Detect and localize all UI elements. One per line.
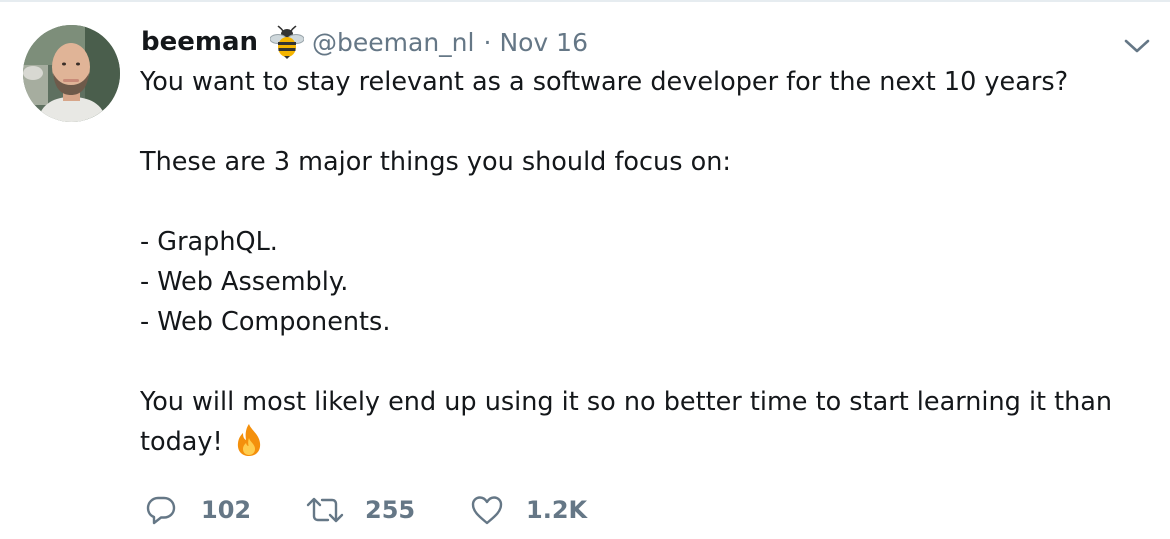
tweet-text-blank-line — [140, 182, 1130, 222]
tweet-actions: 102 255 1.2K — [145, 488, 587, 532]
tweet-text-line: today! — [140, 427, 223, 457]
tweet-text-last-line: today! — [140, 422, 1130, 462]
reply-button[interactable]: 102 — [145, 494, 305, 526]
avatar[interactable] — [23, 25, 120, 122]
tweet-text-line: - Web Assembly. — [140, 267, 349, 297]
heart-icon — [470, 494, 504, 526]
like-button[interactable]: 1.2K — [470, 494, 587, 526]
tweet-text-line: - Web Components. — [140, 307, 391, 337]
tweet-text-line: You want to stay relevant as a software … — [140, 67, 1069, 97]
tweet-text: You want to stay relevant as a software … — [140, 62, 1130, 462]
tweet-text-blank-line — [140, 342, 1130, 382]
tweet-card[interactable]: beeman @beeman_nl · Nov 16 You want to s… — [0, 0, 1170, 539]
bee-icon — [269, 25, 305, 59]
retweet-count: 255 — [365, 496, 416, 524]
retweet-button[interactable]: 255 — [305, 494, 470, 526]
display-name[interactable]: beeman — [141, 27, 258, 57]
reply-icon — [145, 494, 177, 526]
retweet-icon — [305, 494, 345, 526]
tweet-header: beeman @beeman_nl · Nov 16 — [141, 22, 588, 62]
tweet-text-blank-line — [140, 102, 1130, 142]
chevron-down-icon[interactable] — [1122, 33, 1152, 59]
like-count: 1.2K — [526, 496, 588, 524]
header-separator: · — [483, 27, 492, 57]
tweet-timestamp[interactable]: Nov 16 — [499, 28, 588, 57]
fire-icon — [231, 422, 267, 458]
user-handle[interactable]: @beeman_nl — [312, 28, 474, 57]
tweet-text-line: These are 3 major things you should focu… — [140, 147, 731, 177]
tweet-text-line: You will most likely end up using it so … — [140, 387, 1113, 417]
tweet-text-line: - GraphQL. — [140, 227, 278, 257]
reply-count: 102 — [201, 496, 252, 524]
